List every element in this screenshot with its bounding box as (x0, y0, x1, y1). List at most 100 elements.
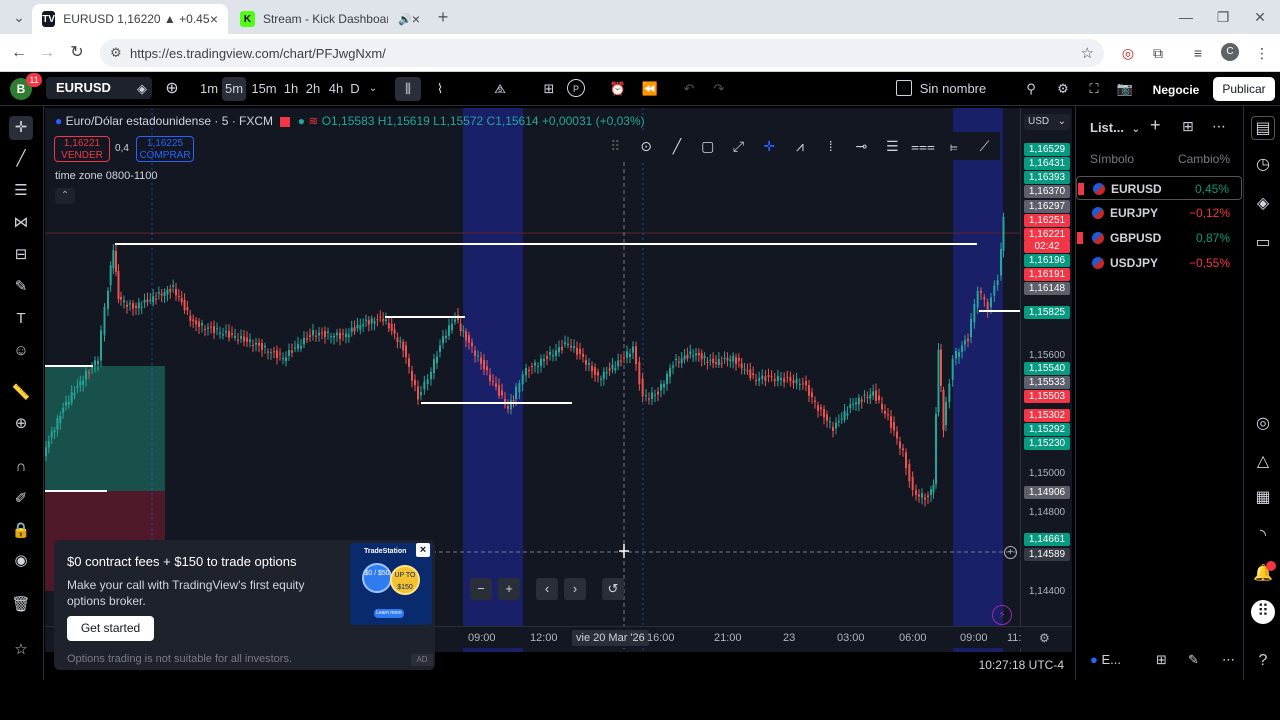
tab-search-icon[interactable]: ⌄ (4, 6, 34, 28)
buy-button[interactable]: 1,16225 COMPRAR (136, 136, 194, 162)
compare-add-icon[interactable]: ⊕ (161, 77, 183, 101)
horizontal-ray-icon[interactable]: ⊸ (846, 138, 877, 155)
clock[interactable]: 10:27:18 UTC-4 (979, 658, 1064, 672)
watchlist-row[interactable]: EURJPY −0,12% (1076, 201, 1242, 225)
rss-icon[interactable]: ◝ (1251, 524, 1275, 548)
templates-icon[interactable]: ⊞ (537, 77, 561, 101)
layout-name[interactable]: Sin nombre (918, 77, 988, 101)
replay-icon[interactable]: ⏪ (638, 77, 662, 101)
new-tab-icon[interactable]: + (428, 6, 458, 28)
reset-chart-icon[interactable]: ↺ (602, 578, 624, 600)
close-ad-icon[interactable]: × (416, 543, 430, 557)
target-icon[interactable]: ◎ (1251, 412, 1275, 436)
trade-button[interactable]: Negocie (1145, 77, 1207, 101)
alerts-clock-icon[interactable]: ◷ (1251, 153, 1275, 177)
more-options-icon[interactable]: ⋯ (1212, 118, 1226, 135)
crosshair-icon[interactable]: ✛ (9, 116, 33, 140)
scroll-right-icon[interactable]: › (564, 578, 586, 600)
text-icon[interactable]: T (9, 307, 33, 331)
url-input[interactable]: ⚙ https://es.tradingview.com/chart/PFJwg… (100, 39, 1104, 67)
minimize-icon[interactable]: — (1171, 6, 1201, 28)
price-scale[interactable]: USD ⌄ 1,16529 1,16431 1,16393 1,16370 1,1629… (1020, 108, 1072, 653)
forecast-icon[interactable]: ⊟ (9, 243, 33, 267)
advanced-view-icon[interactable]: ⊞ (1182, 118, 1194, 135)
rectangle-tool-icon[interactable]: ▢ (692, 138, 723, 155)
horizontal-lines-icon[interactable]: ☰ (9, 179, 33, 203)
trash-icon[interactable]: 🗑 (9, 593, 33, 617)
parallel-channel-icon[interactable]: ☰ (877, 138, 908, 155)
pine-badge[interactable]: P (567, 79, 585, 97)
line-tool-icon[interactable]: ╱ (662, 138, 693, 155)
lock-icon[interactable]: 🔒 (9, 519, 33, 543)
calendar-icon[interactable]: ▦ (1251, 486, 1275, 510)
maximize-icon[interactable]: ❐ (1208, 6, 1238, 28)
eye-icon[interactable]: ◉ (9, 549, 33, 573)
screener-icon[interactable]: ⚲ (1020, 77, 1042, 101)
close-tab-icon[interactable]: × (412, 11, 420, 27)
close-window-icon[interactable]: ✕ (1245, 6, 1275, 28)
brush-icon[interactable]: ✎ (9, 275, 33, 299)
speaker-icon[interactable]: 🔊 (398, 13, 412, 26)
undo-icon[interactable]: ↶ (678, 77, 700, 101)
edit-icon[interactable]: ✎ (1188, 652, 1199, 668)
favorite-star-icon[interactable]: ☆ (9, 638, 33, 662)
interval-4h[interactable]: 4h (325, 77, 347, 101)
watchlist-title[interactable]: List... ⌄ (1090, 120, 1140, 135)
chart-title[interactable]: Euro/Dólar estadounidense · 5 · FXCM (66, 114, 273, 128)
watchlist-row[interactable]: EURUSD 0,45% (1076, 176, 1242, 200)
axis-settings-icon[interactable]: ⚙ (1039, 631, 1050, 645)
chat-icon[interactable]: ▭ (1251, 231, 1275, 255)
site-info-icon[interactable]: ⚙ (110, 45, 122, 61)
interval-1m[interactable]: 1m (196, 77, 222, 101)
column-change[interactable]: Cambio% (1178, 152, 1230, 166)
lightning-icon[interactable]: ⚡ (992, 605, 1012, 625)
close-tab-icon[interactable]: × (210, 11, 218, 27)
watchlist-row[interactable]: USDJPY −0,55% (1076, 251, 1242, 275)
apps-grid-icon[interactable]: ⠿ (1251, 600, 1275, 624)
fib-tool-icon[interactable]: ⩶ (908, 138, 939, 155)
get-started-button[interactable]: Get started (67, 616, 154, 641)
back-icon[interactable]: ← (8, 42, 30, 64)
help-icon[interactable]: ? (1251, 649, 1275, 673)
alert-icon[interactable]: ⏰ (606, 77, 630, 101)
tab-kick[interactable]: K Stream - Kick Dashboard 🔊 × (230, 4, 430, 34)
vertical-line-icon[interactable]: ⁞ (815, 138, 846, 154)
circle-tool-icon[interactable]: ⊙ (631, 138, 662, 155)
extension-icon[interactable]: ◎ (1118, 43, 1138, 63)
extensions-puzzle-icon[interactable]: ⧉ (1148, 43, 1168, 63)
cross-tool-icon[interactable]: ✛ (754, 138, 785, 155)
bottom-symbol-widget[interactable]: ● E... (1090, 652, 1121, 667)
reload-icon[interactable]: ↻ (66, 42, 88, 64)
grid-view-icon[interactable]: ⊞ (1156, 652, 1167, 668)
browser-menu-icon[interactable]: ⋮ (1252, 43, 1272, 63)
zoom-out-icon[interactable]: − (470, 578, 492, 600)
redo-icon[interactable]: ↷ (708, 77, 730, 101)
indicator-label[interactable]: time zone 0800-1100 (55, 170, 158, 182)
zoom-in-icon[interactable]: ⊕ (9, 412, 33, 436)
profile-avatar[interactable]: C (1221, 43, 1239, 61)
interval-d[interactable]: D (347, 77, 363, 101)
scroll-left-icon[interactable]: ‹ (536, 578, 558, 600)
long-position-icon[interactable]: ⫢ (938, 138, 969, 155)
settings-gear-icon[interactable]: ⚙ (1052, 77, 1074, 101)
currency-selector[interactable]: USD ⌄ (1024, 114, 1070, 130)
add-alert-plus-icon[interactable]: + (1004, 546, 1017, 559)
collapse-chevron-icon[interactable]: ⌃ (55, 188, 75, 204)
tab-tradingview[interactable]: TV EURUSD 1,16220 ▲ +0.45% Sin × (32, 4, 228, 34)
flag-icon[interactable] (280, 116, 291, 127)
interval-dropdown-icon[interactable]: ⌄ (365, 77, 381, 101)
symbol-menu-icon[interactable]: ◈ (134, 77, 150, 101)
interval-1h[interactable]: 1h (280, 77, 302, 101)
bookmark-star-icon[interactable]: ☆ (1081, 44, 1094, 62)
publish-button[interactable]: Publicar (1213, 77, 1275, 101)
interval-5m[interactable]: 5m (222, 77, 246, 101)
fullscreen-icon[interactable]: ⛶ (1083, 77, 1105, 101)
interval-2h[interactable]: 2h (302, 77, 324, 101)
path-tool-icon[interactable]: ⩘ (785, 138, 816, 155)
sell-button[interactable]: 1,16221 VENDER (54, 136, 110, 162)
emoji-icon[interactable]: ☺ (9, 339, 33, 363)
column-symbol[interactable]: Símbolo (1090, 152, 1134, 166)
media-control-icon[interactable]: ≡ (1188, 43, 1208, 63)
ray-tool-icon[interactable]: ⤢ (723, 138, 754, 155)
trendline-icon[interactable]: ╱ (9, 147, 33, 171)
